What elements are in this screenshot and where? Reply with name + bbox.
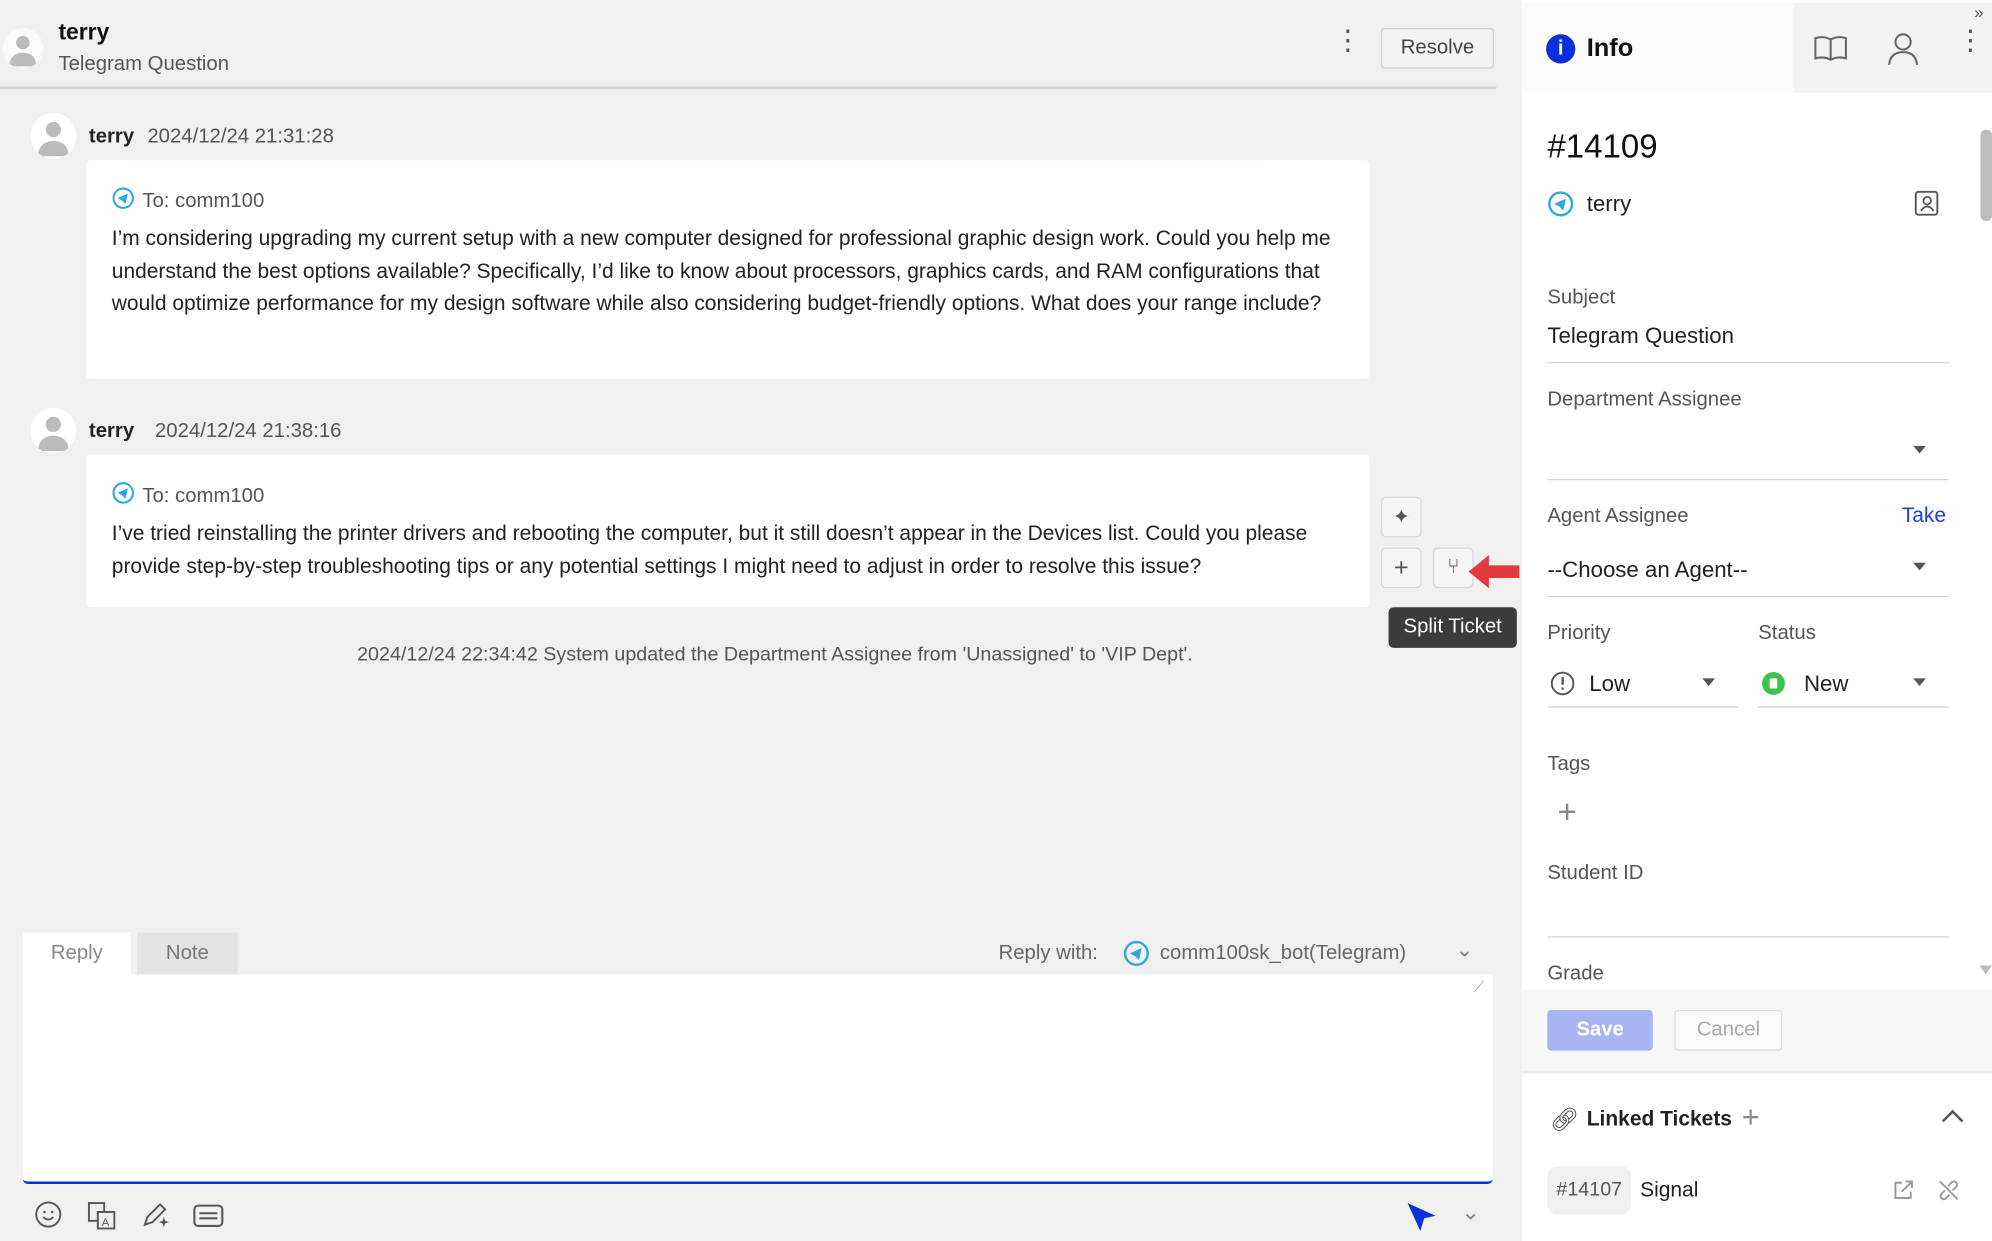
chevron-down-icon: ⌄	[1455, 940, 1473, 962]
ai-assist-button[interactable]: ✦	[1380, 496, 1422, 538]
agent-assignee-select[interactable]: --Choose an Agent--	[1547, 556, 1747, 583]
panel-tab-info[interactable]: i Info	[1521, 2, 1794, 93]
student-id-label: Student ID	[1547, 862, 1644, 885]
reply-textarea[interactable]	[22, 974, 1493, 1185]
link-icon: 🔗︎	[1549, 1106, 1579, 1132]
ticket-id: #14109	[1547, 127, 1658, 166]
ai-write-icon[interactable]	[140, 1199, 170, 1229]
department-assignee-label: Department Assignee	[1547, 388, 1742, 411]
knowledge-base-icon[interactable]	[1813, 34, 1849, 62]
info-panel: i Info ⋮ » #14109 terry Subject Telegram…	[1521, 0, 1992, 1241]
contact-profile-icon[interactable]	[1887, 30, 1920, 66]
dropdown-caret-icon	[1913, 445, 1926, 454]
message-time: 2024/12/24 21:31:28	[147, 125, 334, 148]
message-time: 2024/12/24 21:38:16	[154, 420, 342, 443]
status-label: Status	[1758, 622, 1816, 645]
grade-label: Grade	[1547, 962, 1604, 985]
message-card: To: comm100 I’m considering upgrading my…	[86, 160, 1370, 379]
ticket-contact[interactable]: terry	[1587, 191, 1631, 218]
svg-text:A: A	[102, 1217, 110, 1229]
conversation-pane: terry Telegram Question ⋮ Resolve terry …	[0, 0, 1522, 1241]
telegram-icon	[112, 187, 135, 210]
resolve-button[interactable]: Resolve	[1380, 27, 1494, 69]
status-value: New	[1803, 670, 1849, 697]
student-id-input[interactable]	[1547, 897, 1948, 935]
linked-ticket-id[interactable]: #14107	[1547, 1166, 1632, 1215]
dropdown-caret-icon	[1913, 678, 1926, 687]
header-divider	[0, 86, 1497, 89]
scroll-down-arrow-icon[interactable]	[1979, 965, 1992, 975]
contact-card-icon[interactable]	[1912, 189, 1940, 217]
telegram-icon	[1547, 191, 1574, 224]
subject-label: Subject	[1547, 287, 1616, 309]
split-ticket-tooltip: Split Ticket	[1388, 607, 1517, 648]
send-options-chevron-icon[interactable]: ⌄	[1461, 1199, 1480, 1226]
reply-channel-value: comm100sk_bot(Telegram)	[1159, 942, 1407, 965]
contact-avatar	[2, 27, 44, 69]
unlink-icon[interactable]	[1937, 1179, 1960, 1202]
dropdown-caret-icon	[1913, 562, 1926, 571]
panel-more-icon[interactable]: ⋮	[1956, 26, 1984, 54]
message-author: terry	[88, 420, 135, 443]
priority-value: Low	[1589, 670, 1631, 697]
add-tag-icon[interactable]: +	[1558, 795, 1577, 828]
info-tab-label: Info	[1586, 34, 1634, 63]
collapse-panel-icon[interactable]: »	[1974, 3, 1983, 22]
priority-low-icon	[1550, 671, 1575, 703]
system-event: 2024/12/24 22:34:42 System updated the D…	[357, 644, 1193, 666]
status-new-icon	[1762, 672, 1785, 695]
send-icon[interactable]	[1405, 1201, 1438, 1234]
cancel-button[interactable]: Cancel	[1674, 1009, 1783, 1051]
message-avatar	[30, 407, 77, 454]
tags-label: Tags	[1547, 753, 1591, 775]
department-assignee-select[interactable]	[1547, 432, 1948, 478]
save-button[interactable]: Save	[1547, 1009, 1653, 1051]
telegram-icon	[112, 481, 135, 504]
emoji-icon[interactable]	[34, 1201, 62, 1229]
reply-channel-select[interactable]: comm100sk_bot(Telegram) ⌄	[1123, 940, 1479, 968]
take-link[interactable]: Take	[1902, 504, 1946, 528]
message-body: I’m considering upgrading my current set…	[111, 227, 1331, 316]
agent-assignee-label: Agent Assignee	[1547, 505, 1689, 528]
pointer-arrow	[1466, 551, 1522, 592]
canned-message-icon[interactable]	[193, 1203, 224, 1228]
tab-note[interactable]: Note	[137, 932, 238, 975]
resize-handle-icon[interactable]: ⟋	[1474, 978, 1485, 997]
telegram-icon	[1123, 940, 1150, 973]
translate-icon[interactable]: A	[86, 1201, 116, 1231]
message-author: terry	[88, 125, 135, 148]
panel-scrollbar[interactable]	[1980, 129, 1992, 222]
message-card: To: comm100 I’ve tried reinstalling the …	[86, 454, 1370, 608]
message-body: I’ve tried reinstalling the printer driv…	[111, 522, 1308, 578]
priority-select[interactable]: Low	[1547, 668, 1738, 706]
add-linked-ticket-icon[interactable]: +	[1742, 1100, 1760, 1136]
add-button[interactable]: +	[1380, 547, 1422, 589]
contact-name: terry	[58, 19, 110, 45]
dropdown-caret-icon	[1702, 678, 1716, 687]
linked-tickets-label: Linked Tickets	[1586, 1107, 1732, 1131]
ticket-subject: Telegram Question	[58, 53, 230, 75]
open-external-icon[interactable]	[1892, 1179, 1915, 1202]
reply-with-label: Reply with:	[998, 942, 1098, 965]
collapse-chevron-icon[interactable]	[1941, 1109, 1964, 1132]
linked-ticket-title[interactable]: Signal	[1640, 1179, 1698, 1203]
message-recipient: To: comm100	[142, 190, 265, 213]
message-recipient: To: comm100	[142, 485, 265, 507]
info-icon: i	[1546, 34, 1576, 64]
message-avatar	[30, 113, 77, 159]
more-options-icon[interactable]: ⋮	[1334, 26, 1362, 66]
priority-label: Priority	[1547, 622, 1611, 645]
status-select[interactable]: New	[1758, 668, 1949, 706]
tab-reply[interactable]: Reply	[22, 932, 131, 976]
subject-input[interactable]: Telegram Question	[1547, 323, 1948, 361]
